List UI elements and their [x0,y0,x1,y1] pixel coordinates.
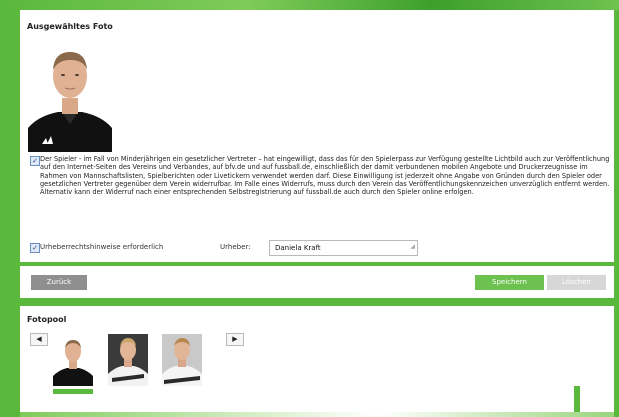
selected-thumbnail-indicator [53,389,93,394]
resize-grip-icon[interactable]: ◢ [410,240,415,254]
author-label: Urheber: [220,243,251,251]
triangle-right-icon: ▶ [232,335,238,343]
copyright-checkbox[interactable]: ✓ [30,243,40,253]
copyright-label: Urheberrechtshinweise erforderlich [40,243,164,251]
pool-prev-button[interactable]: ◀ [30,333,48,346]
back-button[interactable]: Zurück [31,275,87,290]
delete-button[interactable]: Löschen [547,275,606,290]
decorative-bar [574,386,580,412]
player-photo [28,40,112,152]
photo-pool-title: Fotopool [27,315,67,324]
pool-next-button[interactable]: ▶ [226,333,244,346]
triangle-left-icon: ◀ [36,335,42,343]
selected-photo-title: Ausgewähltes Foto [27,22,113,31]
pool-thumbnail[interactable] [108,334,148,386]
pool-thumbnail[interactable] [53,334,93,386]
author-field[interactable]: Daniela Kraft ◢ [269,240,418,256]
consent-text: Der Spieler - im Fall von Minderjährigen… [40,155,610,197]
save-button[interactable]: Speichern [475,275,544,290]
author-value: Daniela Kraft [275,244,321,252]
consent-checkbox[interactable]: ✓ [30,156,40,166]
pool-thumbnail[interactable] [162,334,202,386]
frame-top [0,0,619,10]
bottom-strip [20,412,614,417]
